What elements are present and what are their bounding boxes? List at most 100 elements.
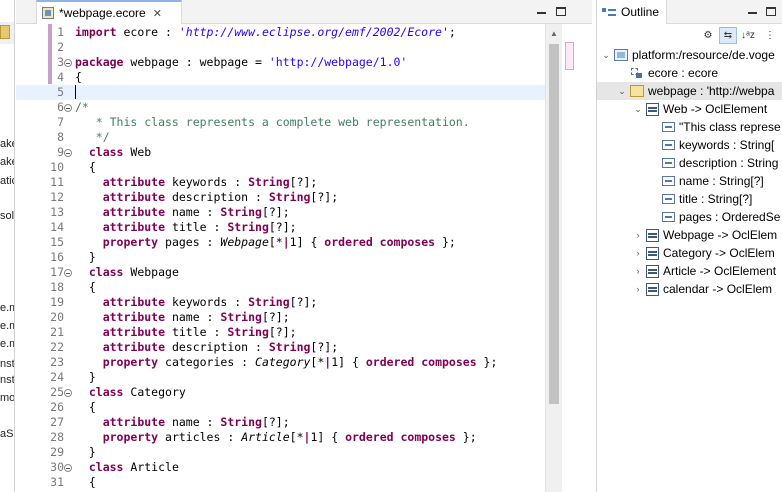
outline-item-label: Webpage -> OclElem (663, 228, 778, 242)
chevron-right-icon[interactable]: › (633, 284, 643, 294)
code-line[interactable]: 3 package webpage : webpage = 'http://web… (16, 55, 576, 70)
attribute-icon (662, 194, 675, 204)
left-panel-item[interactable]: ake (0, 156, 14, 168)
tab-outline[interactable]: Outline (597, 0, 667, 24)
chevron-down-icon[interactable]: ⌄ (633, 104, 643, 115)
attribute-icon (662, 176, 675, 186)
code-line[interactable]: 28 property articles : Article[*|1] { or… (16, 430, 576, 445)
code-line[interactable]: 2 (16, 40, 576, 55)
code-line[interactable]: 10 { (16, 160, 576, 175)
code-line[interactable]: 17 class Webpage (16, 265, 576, 280)
code-line[interactable]: 6 /* (16, 100, 576, 115)
view-menu-button[interactable]: ⋮ (761, 27, 779, 44)
outline-tree-item[interactable]: ⌄ webpage : 'http://webpa (597, 82, 782, 100)
code-text: attribute title : String[?]; (102, 325, 297, 339)
left-panel-item[interactable]: e.m (0, 302, 14, 314)
left-panel-item[interactable]: mo (0, 392, 14, 404)
left-panel-item[interactable]: e.m (0, 338, 14, 350)
chevron-right-icon[interactable]: › (633, 230, 643, 240)
editor-vertical-scrollbar[interactable]: ▲ (545, 24, 561, 492)
code-line[interactable]: 24 } (16, 370, 576, 385)
left-panel-item[interactable]: atic (0, 175, 14, 187)
chevron-down-icon[interactable]: ⌄ (617, 86, 627, 97)
code-line[interactable]: 4{ (16, 70, 576, 85)
outline-tree-item[interactable]: keywords : String[ (597, 136, 782, 154)
code-line[interactable]: 16 } (16, 250, 576, 265)
outline-tree-item[interactable]: ⌄ platform:/resource/de.voge (597, 46, 782, 64)
code-line[interactable]: 8 */ (16, 130, 576, 145)
code-line[interactable]: 19 attribute keywords : String[?]; (16, 295, 576, 310)
code-line[interactable]: 25 class Category (16, 385, 576, 400)
code-text-area[interactable]: 1 import ecore : 'http://www.eclipse.org/… (16, 24, 592, 492)
code-line[interactable]: 27 attribute name : String[?]; (16, 415, 576, 430)
close-icon[interactable]: ✕ (153, 7, 162, 20)
code-line[interactable]: 21 attribute title : String[?]; (16, 325, 576, 340)
maximize-button[interactable] (554, 4, 568, 18)
outline-tree-item[interactable]: › Webpage -> OclElem (597, 226, 782, 244)
code-line[interactable]: 30 class Article (16, 460, 576, 475)
link-icon[interactable] (0, 25, 10, 39)
outline-item-label: keywords : String[ (679, 138, 775, 152)
code-line[interactable]: 5 (16, 85, 576, 100)
fold-collapse-icon[interactable] (64, 389, 72, 397)
overview-ruler-change-marker[interactable] (565, 42, 574, 70)
line-number: 1 (57, 25, 64, 39)
code-text: package webpage : webpage = 'http://webp… (75, 55, 408, 69)
left-panel-item[interactable]: nst (0, 374, 14, 386)
outline-tree-item[interactable]: ecore : ecore (597, 64, 782, 82)
code-line[interactable]: 15 property pages : Webpage[*|1] { order… (16, 235, 576, 250)
chevron-down-icon[interactable]: ⌄ (601, 50, 611, 61)
outline-minimize-button[interactable] (745, 4, 759, 18)
code-line[interactable]: 14 attribute title : String[?]; (16, 220, 576, 235)
outline-tree-item[interactable]: › Category -> OclElem (597, 244, 782, 262)
scrollbar-thumb[interactable] (549, 44, 559, 404)
outline-tree-item[interactable]: ⌄ Web -> OclElement (597, 100, 782, 118)
code-line[interactable]: 12 attribute description : String[?]; (16, 190, 576, 205)
outline-tree-item[interactable]: › Article -> OclElement (597, 262, 782, 280)
code-text: } (75, 250, 96, 264)
code-line[interactable]: 7 * This class represents a complete web… (16, 115, 576, 130)
code-text: { (75, 280, 96, 294)
sort-button[interactable]: ↓ᵃz (739, 27, 757, 44)
left-panel-item[interactable]: ake (0, 138, 14, 150)
left-panel-item[interactable]: solu (0, 210, 14, 222)
fold-collapse-icon[interactable] (64, 269, 72, 277)
fold-collapse-icon[interactable] (64, 59, 72, 67)
link-with-editor-button[interactable]: ⇆ (719, 27, 737, 44)
outline-tree-item[interactable]: › calendar -> OclElem (597, 280, 782, 298)
code-line[interactable]: 29 } (16, 445, 576, 460)
left-panel-item[interactable]: aSl (0, 428, 14, 440)
editor-tab-bar: *webpage.ecore ✕ (16, 0, 592, 24)
outline-tree-item[interactable]: description : String (597, 154, 782, 172)
code-line[interactable]: 11 attribute keywords : String[?]; (16, 175, 576, 190)
chevron-right-icon[interactable]: › (633, 248, 643, 258)
code-line[interactable]: 20 attribute name : String[?]; (16, 310, 576, 325)
code-line[interactable]: 31 { (16, 475, 576, 490)
hide-fields-button[interactable]: ⚙ (699, 27, 717, 44)
code-line[interactable]: 23 property categories : Category[*|1] {… (16, 355, 576, 370)
fold-collapse-icon[interactable] (64, 149, 72, 157)
fold-collapse-icon[interactable] (64, 104, 72, 112)
code-line[interactable]: 9 class Web (16, 145, 576, 160)
chevron-right-icon[interactable]: › (633, 266, 643, 276)
minimize-button[interactable] (534, 4, 548, 18)
attribute-icon (662, 140, 675, 150)
left-panel-item[interactable]: e.m (0, 320, 14, 332)
editor-tab-webpage-ecore[interactable]: *webpage.ecore ✕ (36, 0, 182, 24)
outline-tree-item[interactable]: title : String[?] (597, 190, 782, 208)
left-panel-item[interactable]: nst (0, 358, 14, 370)
line-number: 29 (50, 445, 64, 459)
code-line[interactable]: 18 { (16, 280, 576, 295)
outline-maximize-button[interactable] (764, 4, 778, 18)
code-line[interactable]: 26 { (16, 400, 576, 415)
code-text: } (75, 445, 96, 459)
code-text: * This class represents a complete web r… (75, 115, 470, 129)
fold-collapse-icon[interactable] (64, 464, 72, 472)
code-line[interactable]: 13 attribute name : String[?]; (16, 205, 576, 220)
outline-tree-item[interactable]: pages : OrderedSe (597, 208, 782, 226)
scroll-up-icon[interactable]: ▲ (550, 29, 558, 38)
code-line[interactable]: 22 attribute description : String[?]; (16, 340, 576, 355)
outline-tree-item[interactable]: "This class represe (597, 118, 782, 136)
code-line[interactable]: 1 import ecore : 'http://www.eclipse.org/… (16, 25, 576, 40)
outline-tree-item[interactable]: name : String[?] (597, 172, 782, 190)
